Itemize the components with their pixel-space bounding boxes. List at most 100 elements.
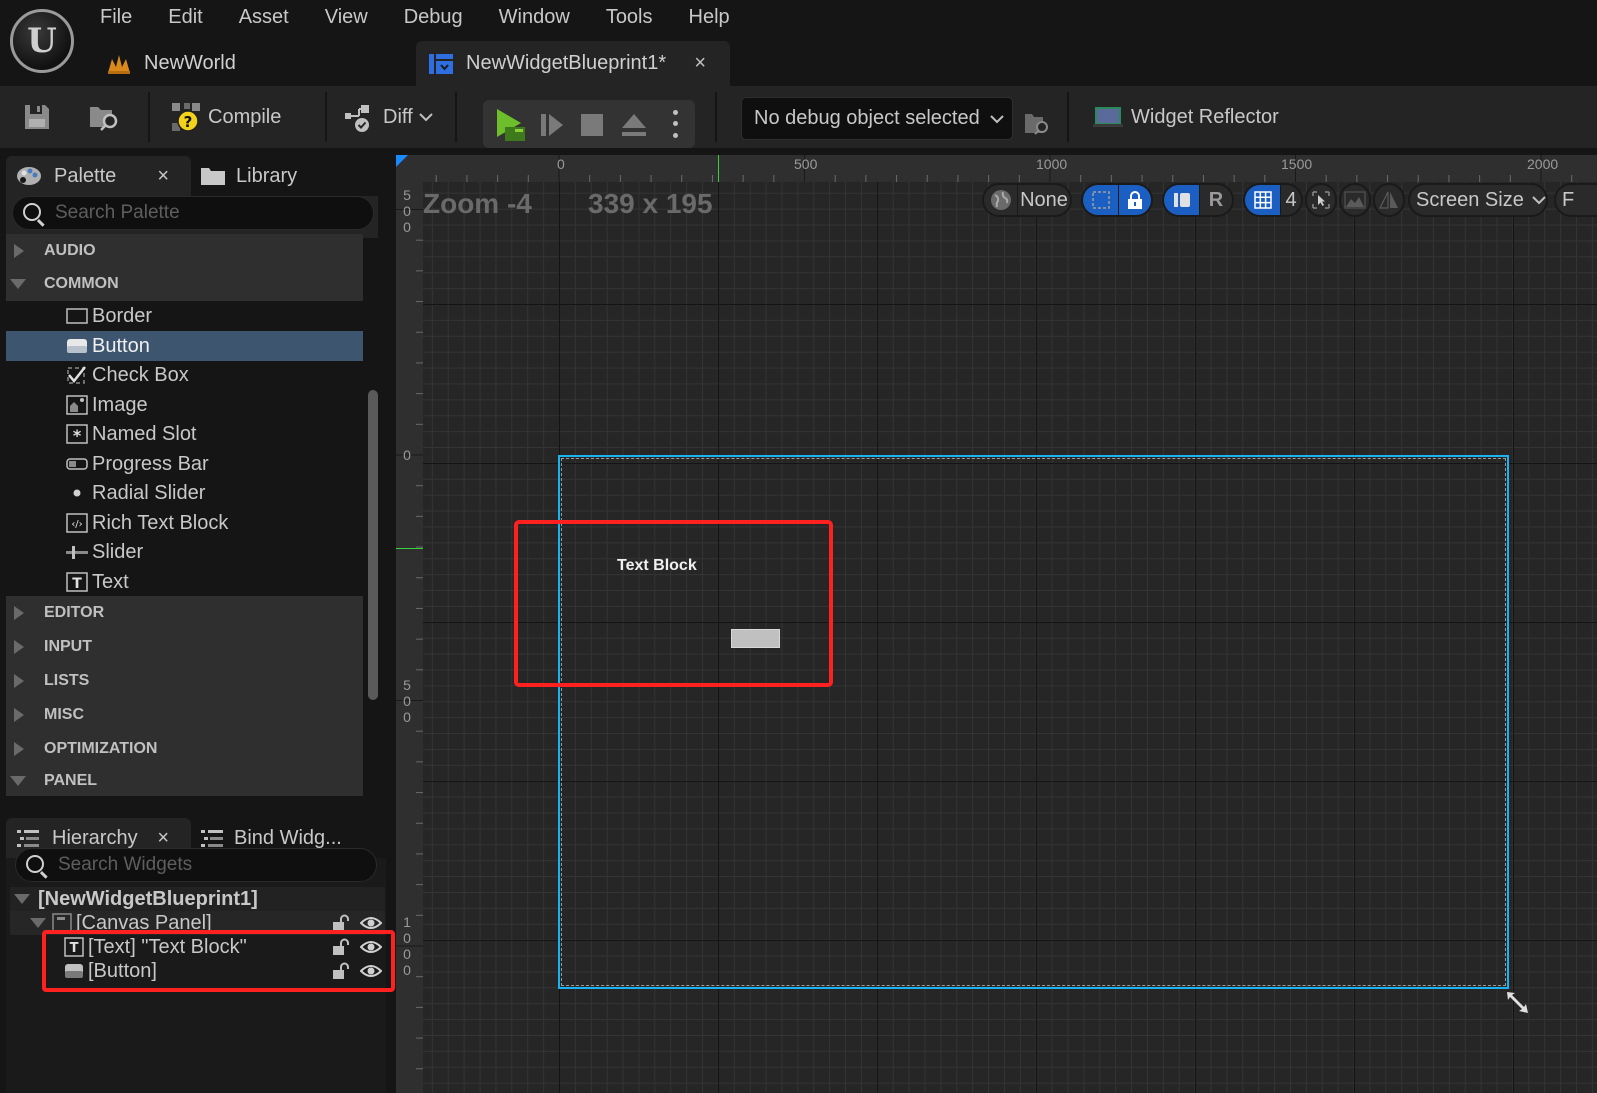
stop-icon [581, 114, 603, 136]
palette-item-image[interactable]: Image [6, 390, 363, 420]
category-lists[interactable]: LISTS [6, 664, 363, 698]
expand-arrow-icon [14, 742, 24, 756]
fill-screen-dropdown[interactable]: F [1554, 183, 1597, 217]
rtl-toggle[interactable]: R [1200, 185, 1232, 215]
globe-icon [984, 185, 1018, 215]
tab-widget-blueprint[interactable]: NewWidgetBlueprint1* × [416, 41, 730, 86]
close-tab-button[interactable]: × [694, 52, 706, 75]
save-button[interactable] [22, 94, 52, 140]
ruler-cursor-marker [718, 155, 719, 182]
palette-item-text[interactable]: T Text [6, 567, 363, 597]
chevron-down-icon [990, 114, 1004, 123]
close-palette-button[interactable]: × [157, 165, 169, 188]
slider-icon [66, 542, 88, 562]
tab-new-world[interactable]: NewWorld [106, 41, 236, 86]
browse-button[interactable] [88, 94, 122, 140]
localization-preview[interactable]: None [982, 183, 1072, 217]
tab-label: NewWidgetBlueprint1* [466, 52, 667, 74]
palette-scrollbar[interactable] [368, 390, 378, 700]
designer-canvas[interactable]: 0 500 1000 1500 2000 500 0 500 1000 Zoom… [396, 155, 1597, 1093]
menu-edit[interactable]: Edit [150, 0, 220, 34]
widget-reflector-button[interactable]: Widget Reflector [1093, 94, 1279, 140]
svg-text:‹/›: ‹/› [71, 519, 82, 530]
menu-asset[interactable]: Asset [221, 0, 307, 34]
close-hierarchy-button[interactable]: × [157, 827, 169, 850]
resize-handle-icon[interactable] [1504, 989, 1532, 1017]
landscape-icon [1344, 191, 1366, 209]
tree-root[interactable]: [NewWidgetBlueprint1] [10, 887, 385, 911]
palette-item-border[interactable]: Border [6, 301, 363, 331]
menu-window[interactable]: Window [481, 0, 588, 34]
lock-icon[interactable] [1119, 185, 1151, 215]
debug-browse-button[interactable] [1023, 100, 1051, 146]
tab-palette[interactable]: Palette × [6, 156, 191, 196]
palette-item-check-box[interactable]: Check Box [6, 360, 363, 390]
widget-reflector-label: Widget Reflector [1131, 105, 1279, 128]
search-icon [23, 203, 41, 221]
svg-text:?: ? [184, 113, 193, 131]
screen-size-dropdown[interactable]: Screen Size [1408, 183, 1548, 217]
ruler-cursor-marker [396, 548, 423, 549]
debug-object-select[interactable]: No debug object selected [741, 97, 1013, 140]
menu-file[interactable]: File [82, 0, 150, 34]
ruler-label: 500 [403, 677, 411, 725]
menu-tools[interactable]: Tools [588, 0, 671, 34]
debug-select-value: No debug object selected [754, 107, 980, 129]
background-preview-button[interactable] [1339, 183, 1371, 217]
tab-library[interactable]: Library [200, 156, 360, 196]
respect-locks-toggle[interactable] [1081, 183, 1153, 217]
collapse-arrow-icon [10, 279, 26, 289]
select-tool-button[interactable] [1305, 183, 1337, 217]
localization-label: None [1020, 188, 1068, 211]
step-button[interactable] [539, 102, 567, 148]
eject-button[interactable] [619, 102, 649, 148]
svg-text:*: * [73, 426, 82, 444]
hierarchy-search-input[interactable]: Search Widgets [15, 848, 377, 882]
palette-item-button[interactable]: Button [6, 331, 363, 361]
category-input[interactable]: INPUT [6, 630, 363, 664]
palette-item-slider[interactable]: Slider [6, 537, 363, 567]
play-icon [497, 109, 525, 141]
grid-icon[interactable] [1245, 185, 1281, 215]
vertical-ruler: 500 0 500 1000 [396, 155, 423, 1093]
ruler-label: 1500 [1281, 156, 1313, 172]
marquee-select-icon[interactable] [1083, 185, 1119, 215]
unreal-logo[interactable]: U [10, 9, 74, 73]
tab-label: NewWorld [144, 52, 236, 74]
palette-item-named-slot[interactable]: * Named Slot [6, 419, 363, 449]
folder-search-icon [90, 107, 118, 131]
palette-search-input[interactable]: Search Palette [12, 196, 374, 230]
collapse-arrow-icon [30, 918, 46, 928]
category-optimization[interactable]: OPTIMIZATION [6, 732, 363, 766]
flip-preview-button[interactable] [1373, 183, 1405, 217]
grid-snap[interactable]: 4 [1243, 183, 1303, 217]
category-audio[interactable]: AUDIO [6, 234, 363, 268]
category-editor[interactable]: EDITOR [6, 596, 363, 630]
search-icon [26, 855, 44, 873]
layout-icon[interactable] [1164, 185, 1200, 215]
category-misc[interactable]: MISC [6, 698, 363, 732]
menu-debug[interactable]: Debug [386, 0, 481, 34]
expand-arrow-icon [14, 674, 24, 688]
diff-button[interactable]: Diff [343, 94, 433, 140]
menu-view[interactable]: View [307, 0, 386, 34]
rich-text-icon: ‹/› [66, 513, 88, 533]
stop-button[interactable] [579, 102, 605, 148]
step-icon [541, 114, 563, 136]
palette-item-progress-bar[interactable]: Progress Bar [6, 449, 363, 479]
category-panel[interactable]: PANEL [6, 766, 363, 796]
border-icon [66, 306, 88, 326]
grid-snap-value: 4 [1285, 188, 1297, 211]
play-button[interactable] [493, 102, 529, 148]
category-common[interactable]: COMMON [6, 267, 363, 301]
radial-slider-icon [66, 483, 88, 503]
layout-direction-toggle[interactable]: R [1162, 183, 1234, 217]
eye-icon[interactable] [360, 916, 382, 930]
palette-item-radial-slider[interactable]: Radial Slider [6, 478, 363, 508]
eject-icon [622, 114, 646, 136]
palette-item-rich-text-block[interactable]: ‹/› Rich Text Block [6, 508, 363, 538]
menu-help[interactable]: Help [671, 0, 748, 34]
play-options-button[interactable] [669, 107, 681, 141]
compile-button[interactable]: ? Compile [170, 94, 281, 140]
menu-bar: File Edit Asset View Debug Window Tools … [82, 0, 748, 34]
